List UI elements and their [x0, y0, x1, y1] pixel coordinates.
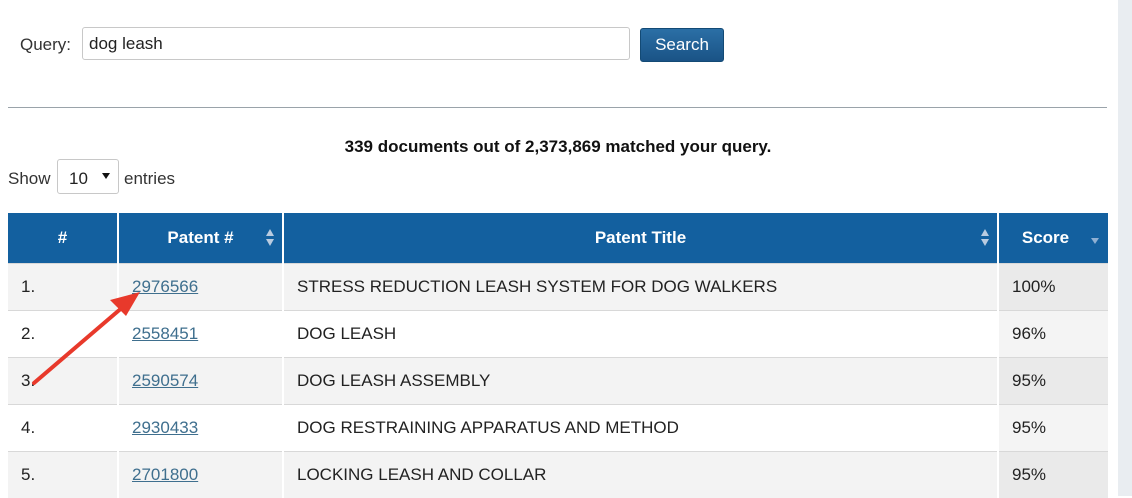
- title-cell: DOG RESTRAINING APPARATUS AND METHOD: [282, 403, 998, 451]
- rank-cell: 1.: [8, 262, 118, 310]
- score-cell: 95%: [997, 403, 1108, 451]
- rank-cell: 5.: [8, 450, 118, 498]
- sort-both-icon: [266, 229, 274, 247]
- entries-select-value: 10: [69, 169, 88, 188]
- patent-cell: 2590574: [117, 356, 283, 404]
- patent-link[interactable]: 2976566: [132, 277, 198, 296]
- score-cell: 95%: [997, 450, 1108, 498]
- table-row: 4. 2930433 DOG RESTRAINING APPARATUS AND…: [8, 403, 1108, 451]
- score-cell: 100%: [997, 262, 1108, 310]
- sort-both-icon: [981, 229, 989, 247]
- query-label: Query:: [20, 35, 72, 54]
- column-header-score-label: Score: [1021, 227, 1070, 247]
- search-button[interactable]: Search: [640, 28, 724, 62]
- column-header-title[interactable]: Patent Title: [282, 213, 998, 263]
- patent-cell: 2558451: [117, 309, 283, 357]
- entries-select[interactable]: 10: [57, 159, 119, 194]
- window-edge: [1118, 0, 1132, 496]
- column-header-rank-label: #: [57, 227, 68, 247]
- table-row: 2. 2558451 DOG LEASH 96%: [8, 309, 1108, 357]
- rank-cell: 2.: [8, 309, 118, 357]
- column-header-patent[interactable]: Patent #: [117, 213, 283, 263]
- sort-desc-icon: [1091, 238, 1099, 244]
- column-header-patent-label: Patent #: [167, 227, 234, 247]
- column-header-rank[interactable]: #: [8, 213, 118, 263]
- column-header-score[interactable]: Score: [997, 213, 1108, 263]
- score-cell: 96%: [997, 309, 1108, 357]
- table-row: 3. 2590574 DOG LEASH ASSEMBLY 95%: [8, 356, 1108, 404]
- patent-cell: 2930433: [117, 403, 283, 451]
- title-cell: DOG LEASH: [282, 309, 998, 357]
- title-cell: DOG LEASH ASSEMBLY: [282, 356, 998, 404]
- results-summary: 339 documents out of 2,373,869 matched y…: [344, 137, 772, 156]
- caret-down-icon: [102, 173, 110, 179]
- entries-label: entries: [124, 169, 176, 188]
- patent-link[interactable]: 2558451: [132, 324, 198, 343]
- table-row: 5. 2701800 LOCKING LEASH AND COLLAR 95%: [8, 450, 1108, 498]
- show-label: Show: [8, 169, 51, 188]
- rank-cell: 4.: [8, 403, 118, 451]
- title-cell: LOCKING LEASH AND COLLAR: [282, 450, 998, 498]
- column-header-title-label: Patent Title: [594, 227, 687, 247]
- table-header-row: # Patent # Patent Title Score: [8, 213, 1108, 263]
- score-cell: 95%: [997, 356, 1108, 404]
- results-table: # Patent # Patent Title Score 1. 2976566…: [8, 213, 1108, 498]
- table-row: 1. 2976566 STRESS REDUCTION LEASH SYSTEM…: [8, 262, 1108, 310]
- patent-link[interactable]: 2701800: [132, 465, 198, 484]
- patent-cell: 2976566: [117, 262, 283, 310]
- rank-cell: 3.: [8, 356, 118, 404]
- title-cell: STRESS REDUCTION LEASH SYSTEM FOR DOG WA…: [282, 262, 998, 310]
- patent-cell: 2701800: [117, 450, 283, 498]
- divider: [8, 107, 1107, 108]
- patent-link[interactable]: 2590574: [132, 371, 198, 390]
- query-input[interactable]: [82, 27, 630, 60]
- patent-link[interactable]: 2930433: [132, 418, 198, 437]
